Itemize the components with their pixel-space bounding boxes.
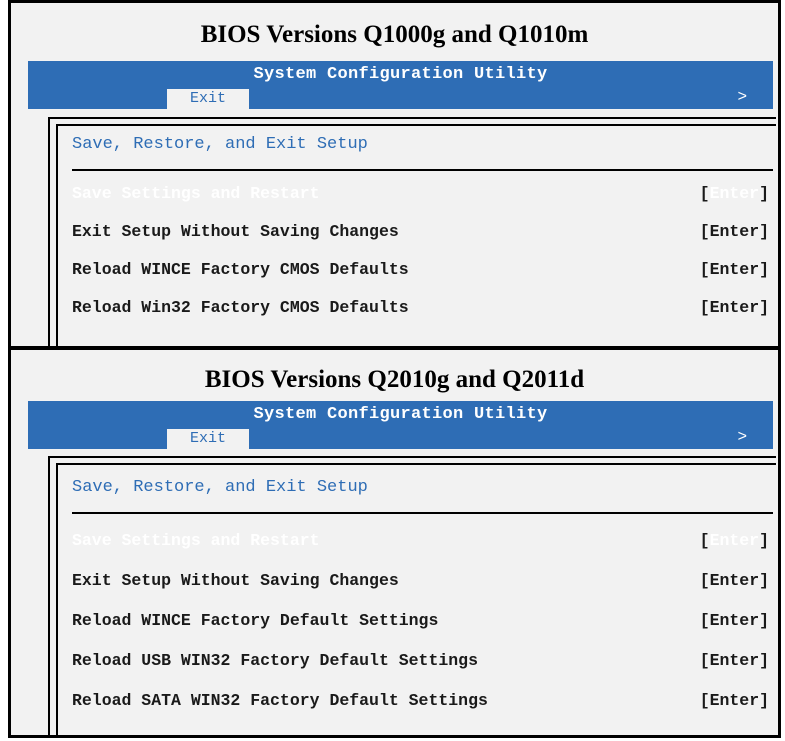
- menu-item-key: [Enter]: [699, 611, 769, 630]
- menu-item-label: Save Settings and Restart: [72, 184, 320, 203]
- menu-box: Save, Restore, and Exit Setup Save Setti…: [48, 117, 776, 350]
- utility-header: System Configuration Utility Exit >: [28, 61, 773, 109]
- tab-exit[interactable]: Exit: [167, 429, 249, 449]
- menu-item-save-restart[interactable]: Save Settings and Restart [Enter]: [72, 526, 769, 556]
- utility-header: System Configuration Utility Exit >: [28, 401, 773, 449]
- menu-item-label: Reload WINCE Factory Default Settings: [72, 611, 439, 630]
- menu-item-label: Reload WINCE Factory CMOS Defaults: [72, 260, 409, 279]
- menu-item-key: [Enter]: [699, 260, 769, 279]
- menu-item-key: [Enter]: [699, 691, 769, 710]
- menu-item-label: Save Settings and Restart: [72, 531, 320, 550]
- menu-item-key: [Enter]: [699, 651, 769, 670]
- chevron-right-icon[interactable]: >: [738, 428, 747, 446]
- section-title: Save, Restore, and Exit Setup: [72, 478, 368, 497]
- menu-item-save-restart[interactable]: Save Settings and Restart [Enter]: [72, 179, 769, 209]
- menu-item-label: Reload Win32 Factory CMOS Defaults: [72, 298, 409, 317]
- panel-title: BIOS Versions Q1000g and Q1010m: [200, 21, 589, 48]
- panel-divider: [11, 346, 778, 350]
- menu-item-key: [Enter]: [699, 222, 769, 241]
- menu-item-reload-wince[interactable]: Reload WINCE Factory Default Settings [E…: [72, 606, 769, 636]
- utility-title: System Configuration Utility: [253, 405, 548, 424]
- panel-title: BIOS Versions Q2010g and Q2011d: [204, 366, 585, 393]
- utility-title: System Configuration Utility: [253, 65, 548, 84]
- menu-item-exit-without-saving[interactable]: Exit Setup Without Saving Changes [Enter…: [72, 217, 769, 247]
- panel-q2010g: BIOS Versions Q2010g and Q2011d System C…: [11, 352, 778, 737]
- menu-item-key: [Enter]: [699, 571, 769, 590]
- menu-item-label: Exit Setup Without Saving Changes: [72, 222, 399, 241]
- menu-item-reload-usb-win32[interactable]: Reload USB WIN32 Factory Default Setting…: [72, 646, 769, 676]
- separator: [72, 169, 773, 171]
- menu-item-label: Reload SATA WIN32 Factory Default Settin…: [72, 691, 488, 710]
- menu-item-key: [Enter]: [699, 184, 769, 203]
- menu-item-key: [Enter]: [699, 531, 769, 550]
- panel-q1000g: BIOS Versions Q1000g and Q1010m System C…: [11, 3, 778, 350]
- menu-item-reload-sata-win32[interactable]: Reload SATA WIN32 Factory Default Settin…: [72, 686, 769, 716]
- menu-box: Save, Restore, and Exit Setup Save Setti…: [48, 456, 776, 737]
- menu-item-label: Exit Setup Without Saving Changes: [72, 571, 399, 590]
- menu-item-exit-without-saving[interactable]: Exit Setup Without Saving Changes [Enter…: [72, 566, 769, 596]
- section-title: Save, Restore, and Exit Setup: [72, 135, 368, 154]
- menu-item-reload-wince[interactable]: Reload WINCE Factory CMOS Defaults [Ente…: [72, 255, 769, 285]
- tab-exit[interactable]: Exit: [167, 89, 249, 109]
- bios-exit-comparison: BIOS Versions Q1000g and Q1010m System C…: [8, 0, 781, 738]
- menu-item-label: Reload USB WIN32 Factory Default Setting…: [72, 651, 478, 670]
- menu-item-reload-win32[interactable]: Reload Win32 Factory CMOS Defaults [Ente…: [72, 293, 769, 323]
- menu-item-key: [Enter]: [699, 298, 769, 317]
- chevron-right-icon[interactable]: >: [738, 88, 747, 106]
- separator: [72, 512, 773, 514]
